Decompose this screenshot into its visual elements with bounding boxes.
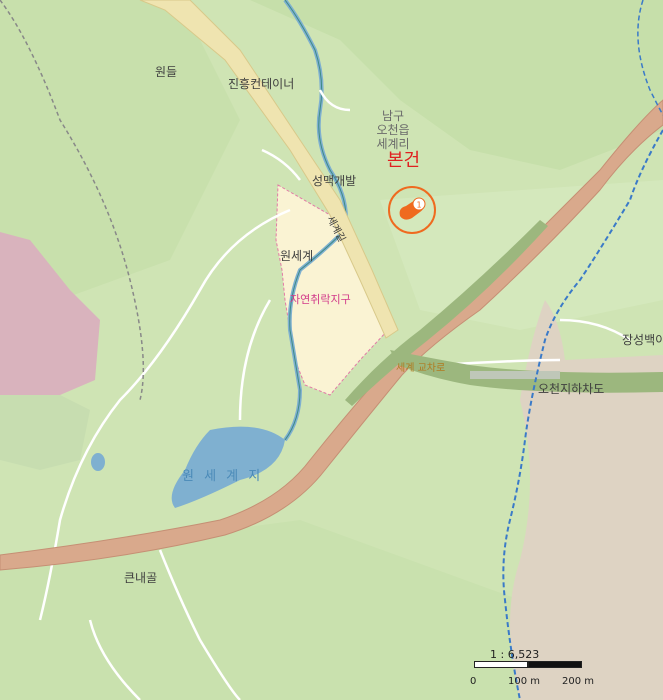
scale-segment [474, 661, 528, 668]
terrain-patch [250, 0, 663, 170]
scale-ratio: 1 : 6,523 [490, 648, 540, 661]
subject-property-label: 본건 [387, 150, 421, 171]
scale-segment [528, 661, 582, 668]
pond [91, 453, 105, 471]
place-label: 진흥컨테이너 [228, 77, 295, 91]
place-label: 오천지하차도 [538, 382, 605, 396]
scale-bar: 1 : 6,523 0 100 m 200 m [470, 648, 610, 688]
place-label: 남구 [381, 109, 405, 123]
marker-number: 1 [416, 201, 421, 210]
place-label: 성맥개발 [312, 174, 357, 188]
place-label: 장성백이 [622, 333, 663, 347]
place-label: 세계리 [376, 137, 410, 151]
map-canvas [0, 0, 663, 700]
property-marker[interactable]: 1 [386, 184, 438, 236]
place-label: 원들 [155, 65, 178, 79]
zone-label: 자연취락지구 [290, 293, 351, 306]
interchange-label: 세계 교차로 [396, 363, 446, 374]
scale-tick: 0 [470, 676, 477, 687]
place-label: 오천읍 [376, 123, 410, 137]
scale-tick: 100 m [508, 676, 541, 687]
place-label: 큰내골 [124, 571, 158, 585]
place-label: 원세계 [280, 249, 314, 263]
scale-tick: 200 m [562, 676, 595, 687]
reservoir [171, 426, 285, 508]
reservoir-label: 원 세 계 지 [182, 469, 264, 484]
map-view[interactable]: 원들 진흥컨테이너 남구 오천읍 세계리 본건 성맥개발 세계길 원세계 자연취… [0, 0, 663, 700]
pin-icon: 1 [388, 186, 436, 234]
terrain-patch [0, 395, 90, 470]
